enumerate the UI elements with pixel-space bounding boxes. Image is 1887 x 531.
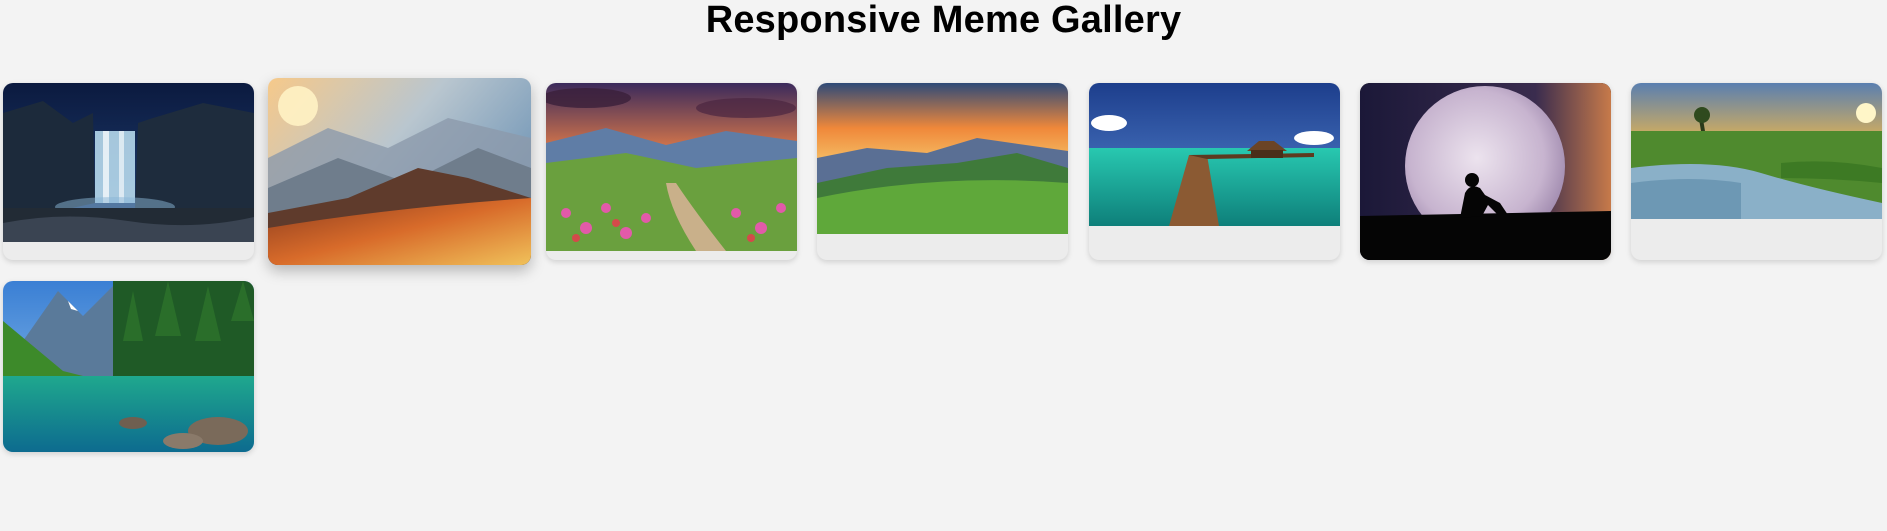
mountains-image[interactable] xyxy=(268,78,531,265)
waterfall-image[interactable] xyxy=(3,83,254,242)
lake-image[interactable] xyxy=(3,281,254,452)
moon-image[interactable] xyxy=(1360,83,1611,260)
gallery-card-hills[interactable] xyxy=(817,83,1068,260)
gallery-card-moon[interactable] xyxy=(1360,83,1611,260)
meadow-image[interactable] xyxy=(546,83,797,251)
pier-image[interactable] xyxy=(1089,83,1340,226)
gallery-card-pier[interactable] xyxy=(1089,83,1340,260)
page-title: Responsive Meme Gallery xyxy=(705,0,1182,41)
gallery-card-waterfall[interactable] xyxy=(3,83,254,260)
gallery-card-mountains[interactable] xyxy=(268,78,531,265)
river-image[interactable] xyxy=(1631,83,1882,219)
gallery-card-lake[interactable] xyxy=(3,281,254,452)
gallery-card-river[interactable] xyxy=(1631,83,1882,260)
gallery-card-meadow[interactable] xyxy=(546,83,797,260)
hills-image[interactable] xyxy=(817,83,1068,234)
